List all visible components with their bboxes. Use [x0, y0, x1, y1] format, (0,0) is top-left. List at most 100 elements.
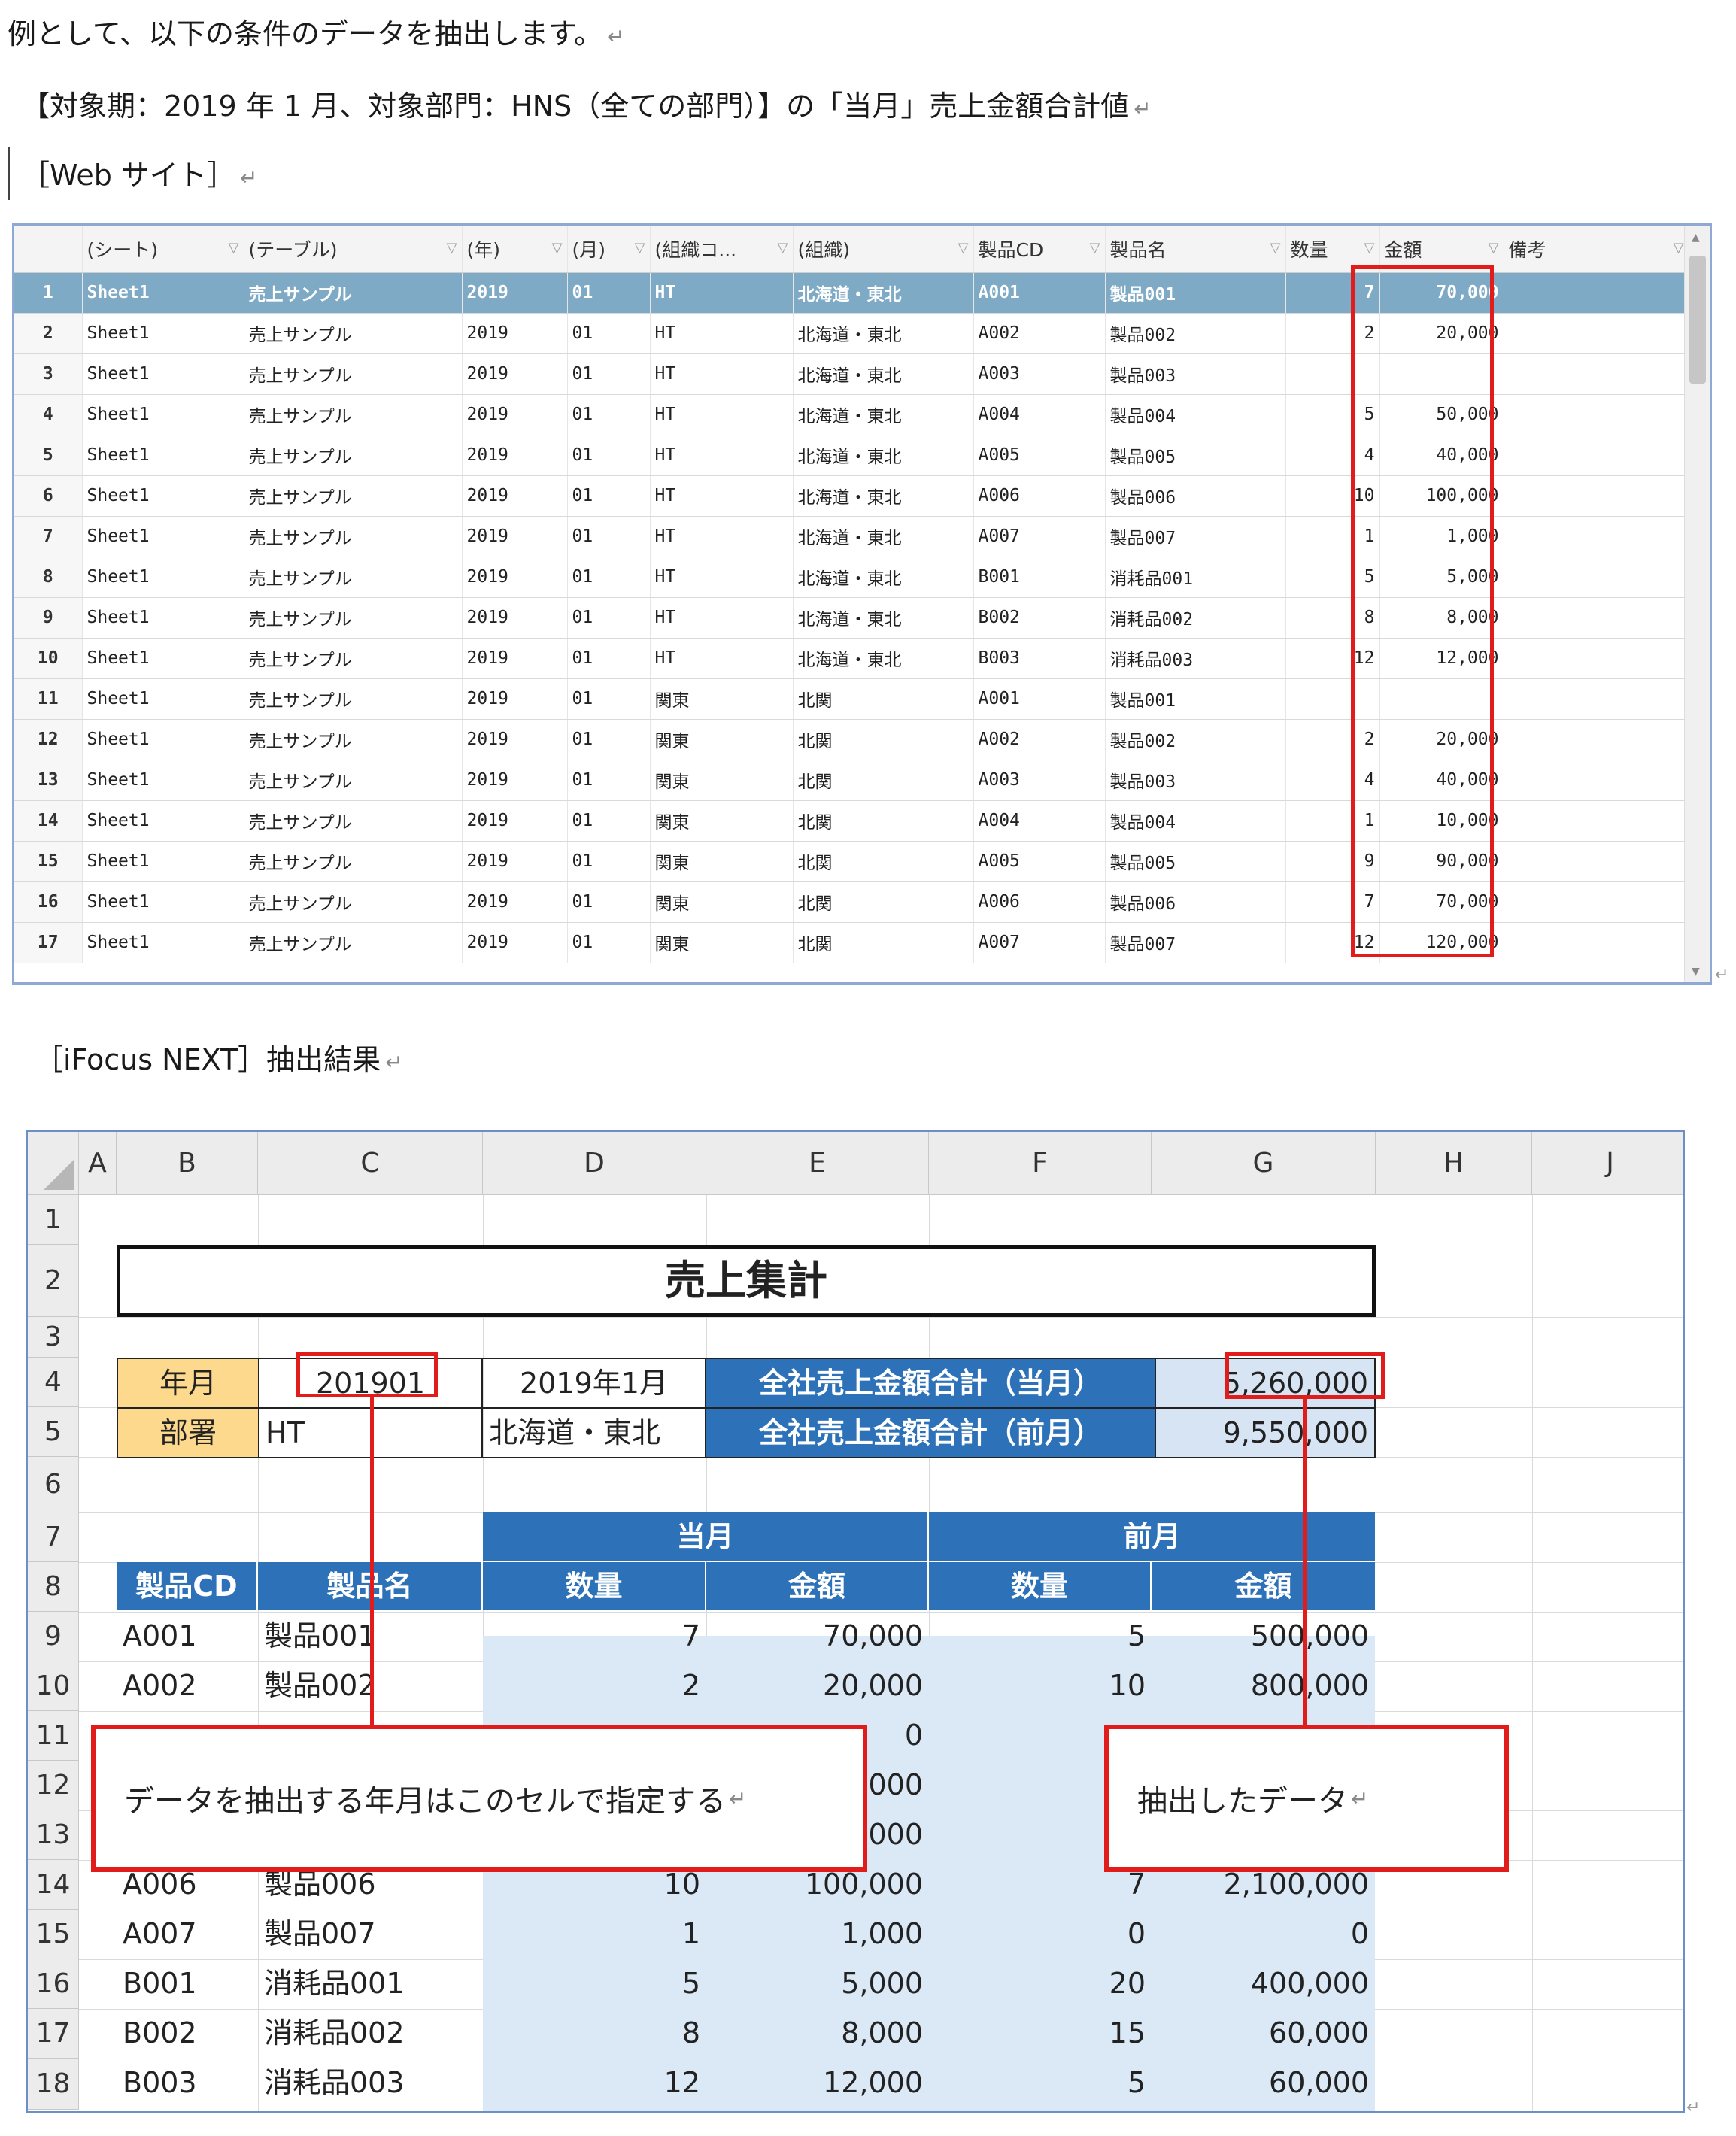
data-cell-prev-amt[interactable]: 60,000: [1152, 2009, 1375, 2059]
data-cell-code[interactable]: A002: [117, 1661, 258, 1711]
web-column-header[interactable]: (組織コ... ▽: [650, 226, 794, 273]
row-header[interactable]: 7: [28, 1512, 79, 1562]
data-cell-prev-qty[interactable]: 20: [929, 1959, 1152, 2009]
data-cell-prev-amt[interactable]: 0: [1152, 1910, 1375, 1959]
row-header[interactable]: 5: [28, 1407, 79, 1457]
table-cell: 2019: [462, 922, 568, 963]
row-header[interactable]: 11: [28, 1711, 79, 1761]
web-column-header[interactable]: (テーブル) ▽: [244, 226, 463, 273]
filter-icon[interactable]: ▽: [958, 240, 969, 256]
data-cell-cur-amt[interactable]: 20,000: [706, 1661, 929, 1711]
row-header[interactable]: 18: [28, 2059, 79, 2110]
column-header[interactable]: C: [258, 1132, 483, 1195]
row-number: 10: [14, 638, 83, 679]
data-cell-cur-qty[interactable]: 12: [483, 2059, 706, 2108]
data-cell-cur-qty[interactable]: 5: [483, 1959, 706, 2009]
row-header[interactable]: 8: [28, 1562, 79, 1612]
column-header[interactable]: D: [483, 1132, 706, 1195]
filter-icon[interactable]: ▽: [778, 240, 788, 256]
row-header[interactable]: 10: [28, 1661, 79, 1711]
column-header[interactable]: F: [929, 1132, 1152, 1195]
row-header[interactable]: 1: [28, 1195, 79, 1245]
row-header[interactable]: 3: [28, 1317, 79, 1358]
data-cell-cur-qty[interactable]: 1: [483, 1910, 706, 1959]
table-cell: 北海道・東北: [793, 272, 974, 314]
table-cell: HT: [650, 516, 794, 557]
row-header[interactable]: 16: [28, 1959, 79, 2009]
filter-icon[interactable]: ▽: [1364, 240, 1375, 256]
data-cell-name[interactable]: 消耗品003: [258, 2059, 483, 2108]
row-header[interactable]: 2: [28, 1245, 79, 1317]
row-header[interactable]: 15: [28, 1910, 79, 1959]
data-cell-prev-qty[interactable]: 0: [929, 1910, 1152, 1959]
data-cell-prev-qty[interactable]: 10: [929, 1661, 1152, 1711]
data-cell-name[interactable]: 消耗品001: [258, 1959, 483, 2009]
data-cell-code[interactable]: B001: [117, 1959, 258, 2009]
scroll-down-icon[interactable]: ▼: [1692, 966, 1700, 978]
row-header[interactable]: 12: [28, 1761, 79, 1810]
scrollbar-thumb[interactable]: [1689, 256, 1706, 384]
web-column-header[interactable]: (組織) ▽: [793, 226, 974, 273]
web-column-header[interactable]: 備考 ▽: [1504, 226, 1689, 273]
web-column-header[interactable]: 製品名 ▽: [1105, 226, 1286, 273]
data-cell-name[interactable]: 製品007: [258, 1910, 483, 1959]
row-header[interactable]: 13: [28, 1810, 79, 1860]
total-prev-value[interactable]: 9,550,000: [1155, 1407, 1376, 1458]
row-header[interactable]: 17: [28, 2009, 79, 2059]
filter-icon[interactable]: ▽: [1270, 240, 1281, 256]
filter-icon[interactable]: ▽: [635, 240, 645, 256]
filter-icon[interactable]: ▽: [1489, 240, 1499, 256]
row-header[interactable]: 9: [28, 1612, 79, 1661]
data-cell-code[interactable]: B003: [117, 2059, 258, 2108]
data-cell-cur-qty[interactable]: 8: [483, 2009, 706, 2059]
filter-icon[interactable]: ▽: [1674, 240, 1684, 256]
column-header[interactable]: H: [1376, 1132, 1532, 1195]
column-header[interactable]: A: [79, 1132, 117, 1195]
web-column-header[interactable]: 製品CD ▽: [973, 226, 1106, 273]
web-column-header[interactable]: (月) ▽: [567, 226, 651, 273]
table-cell: 01: [567, 922, 651, 963]
table-cell: [1504, 272, 1689, 314]
filter-icon[interactable]: ▽: [552, 240, 563, 256]
table-cell: Sheet1: [82, 760, 244, 801]
web-column-header[interactable]: (シート) ▽: [82, 226, 244, 273]
table-cell: B001: [973, 557, 1106, 598]
filter-icon[interactable]: ▽: [229, 240, 239, 256]
filter-icon[interactable]: ▽: [1090, 240, 1100, 256]
data-cell-prev-amt[interactable]: 500,000: [1152, 1612, 1375, 1661]
data-cell-prev-amt[interactable]: 800,000: [1152, 1661, 1375, 1711]
data-cell-cur-qty[interactable]: 7: [483, 1612, 706, 1661]
vertical-scrollbar[interactable]: ▲ ▼: [1684, 226, 1710, 982]
table-cell: 製品007: [1105, 516, 1286, 557]
data-cell-cur-amt[interactable]: 8,000: [706, 2009, 929, 2059]
select-all-corner[interactable]: [28, 1132, 79, 1195]
table-cell: 売上サンプル: [244, 475, 463, 517]
data-cell-code[interactable]: B002: [117, 2009, 258, 2059]
prev-qty-header: 数量: [929, 1562, 1152, 1610]
excel-sheet[interactable]: ABCDEFGHJ 1 2 3 4 5 6 7 8 9 10 11 12 13 14 15 16 17 18 売上…: [26, 1130, 1685, 2113]
data-cell-cur-amt[interactable]: 5,000: [706, 1959, 929, 2009]
data-cell-cur-amt[interactable]: 12,000: [706, 2059, 929, 2108]
data-cell-prev-amt[interactable]: 60,000: [1152, 2059, 1375, 2108]
data-cell-cur-amt[interactable]: 1,000: [706, 1910, 929, 1959]
column-header[interactable]: B: [117, 1132, 258, 1195]
data-cell-prev-qty[interactable]: 5: [929, 1612, 1152, 1661]
data-cell-prev-qty[interactable]: 15: [929, 2009, 1152, 2059]
column-header[interactable]: J: [1532, 1132, 1683, 1195]
filter-icon[interactable]: ▽: [447, 240, 457, 256]
table-cell: 01: [567, 841, 651, 882]
row-header[interactable]: 4: [28, 1358, 79, 1407]
data-cell-cur-qty[interactable]: 2: [483, 1661, 706, 1711]
data-cell-name[interactable]: 消耗品002: [258, 2009, 483, 2059]
data-cell-code[interactable]: A001: [117, 1612, 258, 1661]
row-header[interactable]: 6: [28, 1457, 79, 1512]
web-column-header[interactable]: (年) ▽: [462, 226, 568, 273]
data-cell-cur-amt[interactable]: 70,000: [706, 1612, 929, 1661]
scroll-up-icon[interactable]: ▲: [1692, 232, 1700, 244]
data-cell-prev-amt[interactable]: 400,000: [1152, 1959, 1375, 2009]
column-header[interactable]: G: [1152, 1132, 1376, 1195]
data-cell-code[interactable]: A007: [117, 1910, 258, 1959]
column-header[interactable]: E: [706, 1132, 929, 1195]
row-header[interactable]: 14: [28, 1860, 79, 1910]
data-cell-prev-qty[interactable]: 5: [929, 2059, 1152, 2108]
